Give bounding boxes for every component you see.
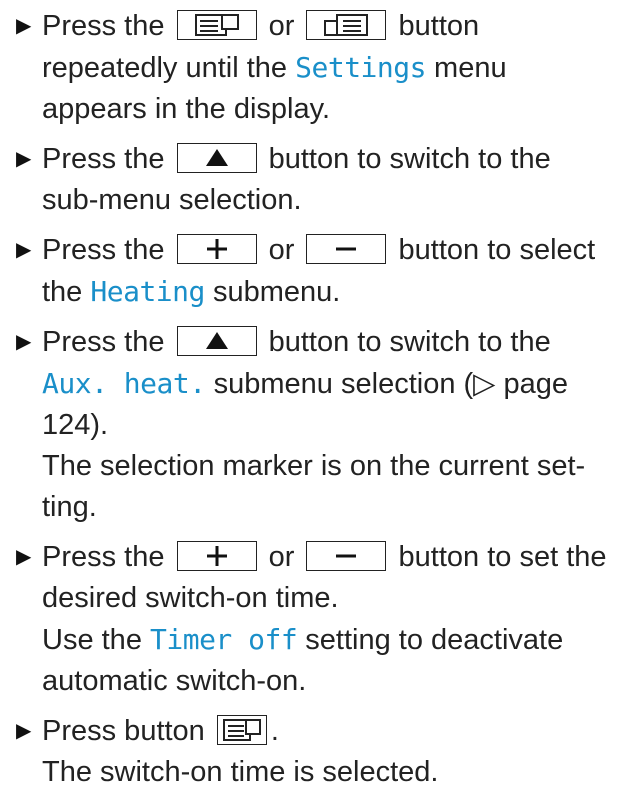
step-text: or [260,10,303,42]
menu-name-timer-off: Timer off [150,623,298,656]
step-4: ▶ Press the button to switch to the Aux.… [14,322,610,528]
bullet-arrow: ▶ [16,239,32,261]
step-3: ▶ Press the or button to select the Heat… [14,230,610,313]
step-text: Press button [42,715,213,747]
bullet-arrow: ▶ [16,720,32,742]
up-triangle-icon [176,143,257,173]
display-left-icon [216,715,267,745]
display-right-icon [306,10,387,40]
step-note: Use the Timer off setting to deactivate … [42,619,610,702]
bullet-arrow: ▶ [16,15,32,37]
step-text: or [260,541,303,573]
step-6: ▶ Press button . The switch-on time is s… [14,711,610,793]
step-text: . [270,715,279,747]
step-text: ). [90,409,109,441]
bullet-arrow: ▶ [16,546,32,568]
step-text: button to switch to the [260,326,551,358]
step-text: or [260,234,303,266]
minus-icon [306,541,387,571]
step-text: Press the [42,143,173,175]
plus-icon [176,541,257,571]
bullet-arrow: ▶ [16,331,32,353]
minus-icon [306,234,387,264]
step-text: Press the [42,326,173,358]
menu-name-settings: Settings [295,51,426,84]
step-text: Use the [42,624,150,656]
step-note: The selection marker is on the current s… [42,450,586,523]
step-1: ▶ Press the or button repeatedly until t… [14,6,610,130]
step-text: Press the [42,541,173,573]
step-text: Press the [42,234,173,266]
step-note: The switch-on time is selected. [42,756,439,788]
step-text: submenu. [204,276,341,308]
step-text: submenu selection ( [205,368,474,400]
menu-name-heating: Heating [90,275,205,308]
plus-icon [176,234,257,264]
menu-name-aux-heat: Aux. heat. [42,367,206,400]
display-left-icon [176,10,257,40]
step-5: ▶ Press the or button to set the desired… [14,537,610,702]
step-2: ▶ Press the button to switch to the sub-… [14,139,610,221]
step-text: Press the [42,10,173,42]
bullet-arrow: ▶ [16,148,32,170]
up-triangle-icon [176,326,257,356]
instruction-list: ▶ Press the or button repeatedly until t… [0,0,624,788]
